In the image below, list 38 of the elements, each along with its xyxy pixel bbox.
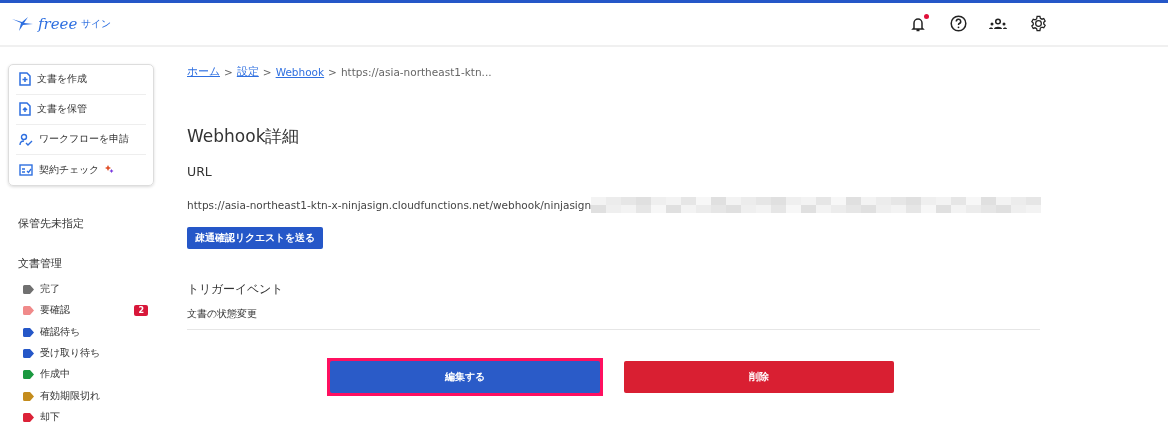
- action-menu-item[interactable]: 文書を作成: [16, 64, 146, 95]
- field-value: 文書の状態変更: [187, 307, 1040, 330]
- person-check-icon: [19, 132, 33, 146]
- breadcrumb-separator: >: [262, 65, 272, 78]
- breadcrumb-link[interactable]: Webhook: [275, 65, 325, 78]
- section-heading: 文書管理: [18, 255, 63, 271]
- logo-text: freee: [38, 14, 78, 33]
- field-label: URL: [187, 163, 213, 179]
- field-label: トリガーイベント: [187, 280, 284, 298]
- delete-button[interactable]: 削除: [624, 360, 894, 393]
- checklist-icon: [19, 163, 33, 176]
- action-menu-item[interactable]: 文書を保管: [16, 94, 146, 125]
- status-filter-item[interactable]: 受け取り待ち: [8, 342, 148, 365]
- notification-bell-icon[interactable]: [908, 13, 928, 34]
- status-filter-item[interactable]: 完了: [8, 278, 148, 301]
- count-badge: 2: [134, 305, 148, 317]
- breadcrumb-current[interactable]: https://asia-northeast1-ktn...: [340, 65, 492, 78]
- breadcrumb-link[interactable]: 設定: [236, 64, 259, 79]
- status-filter-item[interactable]: 作成中: [8, 364, 148, 386]
- breadcrumb-link[interactable]: ホーム: [187, 64, 220, 79]
- logo-suffix: サイン: [81, 16, 112, 31]
- breadcrumb-separator: >: [224, 65, 233, 78]
- breadcrumb-separator: >: [328, 65, 337, 78]
- settings-icon[interactable]: [1028, 13, 1048, 34]
- status-filter-item[interactable]: 確認待ち: [8, 321, 148, 343]
- sidebar-link[interactable]: 保管先未指定: [18, 215, 170, 231]
- document-plus-icon: [19, 72, 31, 87]
- action-menu-item[interactable]: ワークフローを申請: [16, 124, 146, 155]
- status-filter-item[interactable]: 有効期限切れ: [8, 385, 148, 407]
- action-menu-item[interactable]: 契約チェック: [16, 154, 146, 185]
- status-filter-item[interactable]: 却下: [8, 406, 148, 428]
- document-upload-icon: [19, 102, 31, 117]
- webhook-url: https://asia-northeast1-ktn-x-ninjasign.cloudfunctions.net/webhook/ninjasign: [187, 198, 592, 211]
- test-request-button[interactable]: 疎通確認リクエストを送る: [187, 226, 323, 249]
- status-filter-item[interactable]: 要確認 2: [8, 300, 148, 322]
- help-icon[interactable]: [948, 13, 968, 34]
- edit-button[interactable]: 編集する: [330, 360, 600, 393]
- page-title: Webhook詳細: [187, 124, 301, 148]
